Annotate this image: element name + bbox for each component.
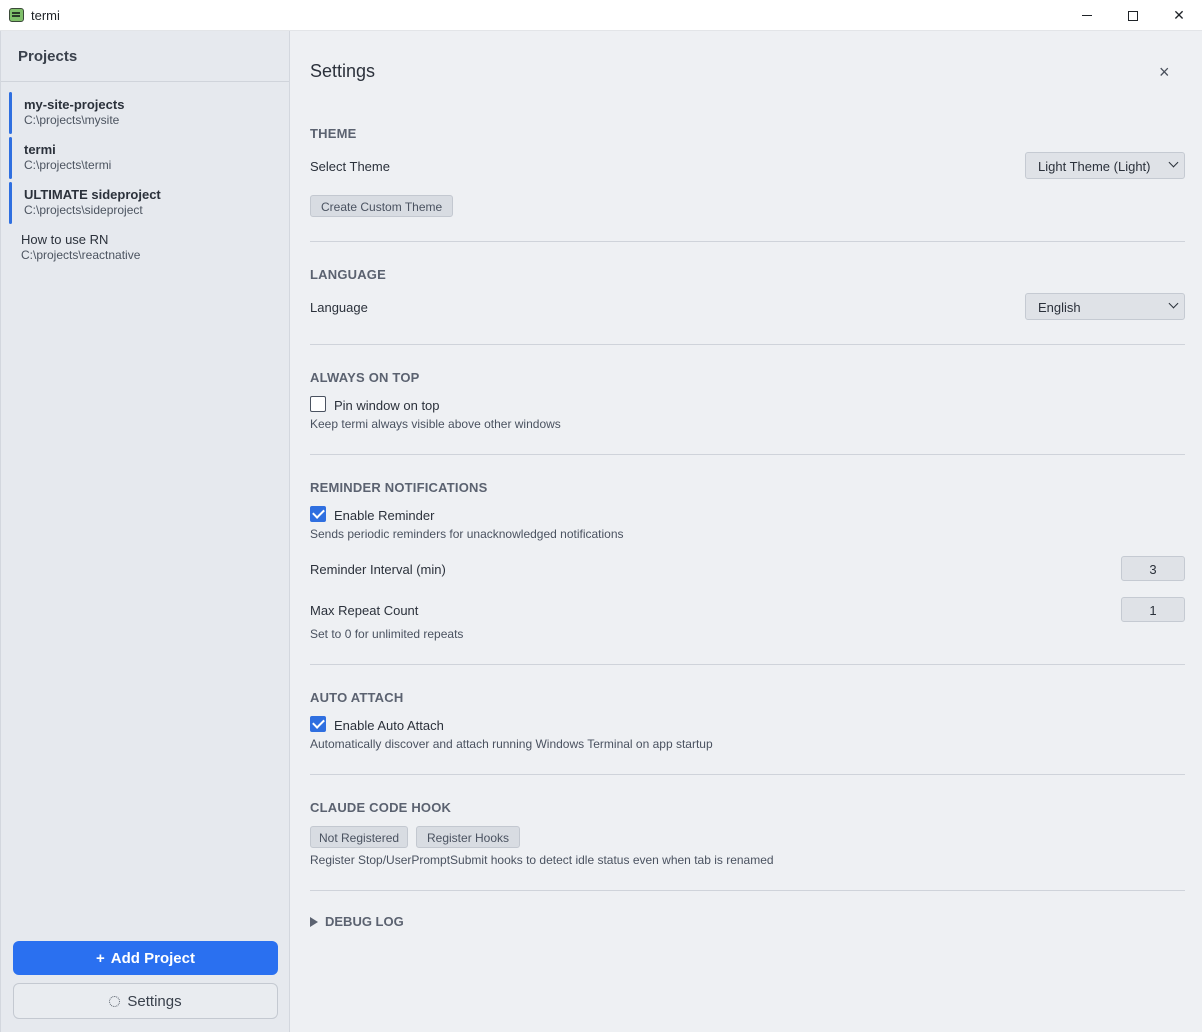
language-select-value: English — [1038, 300, 1081, 315]
enable-reminder-label: Enable Reminder — [334, 508, 435, 523]
project-item[interactable]: How to use RN C:\projects\reactnative — [1, 225, 289, 270]
expand-triangle-icon — [310, 916, 318, 927]
chevron-down-icon — [1168, 298, 1179, 309]
pin-window-checkbox[interactable] — [310, 396, 326, 412]
window-close-button[interactable]: ✕ — [1156, 0, 1202, 31]
settings-panel: Settings × THEME Select Theme Light Them… — [290, 31, 1202, 1032]
minimize-button[interactable] — [1064, 0, 1110, 31]
auto-attach-description: Automatically discover and attach runnin… — [310, 737, 713, 751]
chevron-down-icon — [1168, 157, 1179, 168]
project-name: How to use RN — [21, 232, 109, 247]
section-title-language: LANGUAGE — [310, 267, 386, 282]
reminder-interval-label: Reminder Interval (min) — [310, 562, 446, 577]
create-custom-theme-button[interactable]: Create Custom Theme — [310, 195, 454, 217]
close-icon: ✕ — [1173, 7, 1185, 23]
sidebar-title: Projects — [1, 31, 289, 82]
max-repeat-input[interactable]: 1 — [1121, 597, 1185, 622]
project-name: ULTIMATE sideproject — [24, 187, 161, 202]
minimize-icon — [1082, 15, 1092, 16]
window-title: termi — [31, 8, 60, 23]
project-item[interactable]: ULTIMATE sideproject C:\projects\sidepro… — [1, 180, 289, 225]
debug-log-toggle[interactable]: DEBUG LOG — [310, 914, 404, 929]
section-title-always-on-top: ALWAYS ON TOP — [310, 370, 420, 385]
divider — [310, 241, 1185, 242]
hook-status-badge: Not Registered — [310, 826, 409, 848]
gear-icon — [109, 995, 121, 1007]
section-title-theme: THEME — [310, 126, 357, 141]
debug-log-title: DEBUG LOG — [325, 914, 404, 929]
section-title-reminder: REMINDER NOTIFICATIONS — [310, 480, 488, 495]
theme-select[interactable]: Light Theme (Light) — [1025, 152, 1185, 179]
maximize-button[interactable] — [1110, 0, 1156, 31]
terminal-app-icon — [9, 8, 24, 22]
section-title-claude-hook: CLAUDE CODE HOOK — [310, 800, 452, 815]
divider — [310, 344, 1185, 345]
maximize-icon — [1128, 10, 1138, 21]
settings-button-label: Settings — [127, 992, 182, 1010]
sidebar: Projects my-site-projects C:\projects\my… — [0, 31, 290, 1032]
language-label: Language — [310, 300, 368, 315]
pin-window-label: Pin window on top — [334, 398, 440, 413]
project-path: C:\projects\sideproject — [24, 203, 143, 217]
project-path: C:\projects\mysite — [24, 113, 120, 127]
project-name: my-site-projects — [24, 97, 125, 112]
enable-reminder-checkbox[interactable] — [310, 506, 326, 522]
divider — [310, 664, 1185, 665]
settings-button[interactable]: Settings — [13, 983, 278, 1019]
project-name: termi — [24, 142, 56, 157]
add-project-button[interactable]: + Add Project — [13, 941, 278, 975]
enable-auto-attach-label: Enable Auto Attach — [334, 718, 444, 733]
select-theme-label: Select Theme — [310, 159, 390, 174]
reminder-interval-input[interactable]: 3 — [1121, 556, 1185, 581]
add-project-label: Add Project — [110, 949, 195, 967]
language-select[interactable]: English — [1025, 293, 1185, 320]
page-title: Settings — [310, 61, 376, 81]
theme-select-value: Light Theme (Light) — [1038, 159, 1151, 174]
section-title-auto-attach: AUTO ATTACH — [310, 690, 404, 705]
settings-close-button[interactable]: × — [1159, 62, 1170, 83]
project-item[interactable]: my-site-projects C:\projects\mysite — [1, 90, 289, 135]
divider — [310, 774, 1185, 775]
divider — [310, 454, 1185, 455]
project-path: C:\projects\reactnative — [21, 248, 141, 262]
register-hooks-button[interactable]: Register Hooks — [416, 826, 521, 848]
enable-auto-attach-checkbox[interactable] — [310, 716, 326, 732]
project-item[interactable]: termi C:\projects\termi — [1, 135, 289, 180]
project-list: my-site-projects C:\projects\mysite term… — [1, 82, 289, 270]
reminder-description: Sends periodic reminders for unacknowled… — [310, 527, 624, 541]
plus-icon: + — [96, 949, 105, 967]
divider — [310, 890, 1185, 891]
max-repeat-hint: Set to 0 for unlimited repeats — [310, 627, 464, 641]
always-on-top-description: Keep termi always visible above other wi… — [310, 417, 561, 431]
claude-hook-description: Register Stop/UserPromptSubmit hooks to … — [310, 853, 774, 867]
title-bar: termi ✕ — [0, 0, 1202, 31]
project-path: C:\projects\termi — [24, 158, 112, 172]
max-repeat-label: Max Repeat Count — [310, 603, 419, 618]
